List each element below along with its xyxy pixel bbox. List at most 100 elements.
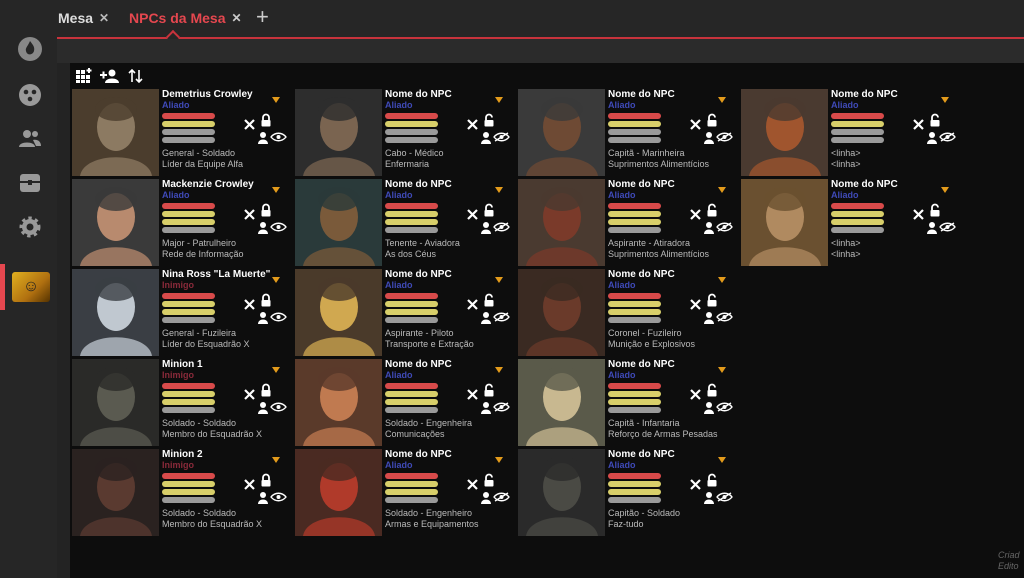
unlock-icon[interactable] bbox=[705, 113, 719, 127]
npc-portrait[interactable] bbox=[518, 359, 605, 446]
hidden-eye-icon[interactable] bbox=[704, 400, 734, 414]
chevron-down-icon[interactable] bbox=[495, 97, 503, 103]
chevron-down-icon[interactable] bbox=[272, 187, 280, 193]
npc-portrait[interactable] bbox=[518, 449, 605, 536]
close-icon[interactable] bbox=[688, 207, 702, 221]
npc-card[interactable]: Nome do NPC Aliado <linha> <linha> bbox=[741, 89, 963, 177]
chevron-down-icon[interactable] bbox=[718, 457, 726, 463]
npc-portrait[interactable] bbox=[295, 179, 382, 266]
npc-portrait[interactable] bbox=[295, 89, 382, 176]
hidden-eye-icon[interactable] bbox=[481, 130, 511, 144]
npc-portrait[interactable] bbox=[741, 89, 828, 176]
npc-card[interactable]: Nome do NPC Aliado Capitã - Infantaria Refo… bbox=[518, 359, 740, 447]
npc-card[interactable]: Nome do NPC Aliado Capitão - Soldado Faz-tu… bbox=[518, 449, 740, 537]
sort-icon[interactable] bbox=[126, 67, 146, 85]
lock-icon[interactable] bbox=[259, 113, 273, 127]
visibility-eye-icon[interactable] bbox=[258, 310, 288, 324]
lock-icon[interactable] bbox=[259, 473, 273, 487]
chevron-down-icon[interactable] bbox=[941, 187, 949, 193]
npc-card[interactable]: Nome do NPC Aliado Capitã - Marinheira Supr… bbox=[518, 89, 740, 177]
npc-card[interactable]: Nome do NPC Aliado Cabo - Médico Enfermaria bbox=[295, 89, 517, 177]
npc-portrait[interactable] bbox=[295, 449, 382, 536]
chevron-down-icon[interactable] bbox=[272, 277, 280, 283]
tab-npcs-da-mesa[interactable]: NPCs da Mesa ✕ bbox=[129, 8, 242, 28]
visibility-eye-icon[interactable] bbox=[258, 400, 288, 414]
npc-card[interactable]: Nome do NPC Aliado Aspirante - Atiradora Su… bbox=[518, 179, 740, 267]
hidden-eye-icon[interactable] bbox=[481, 310, 511, 324]
chevron-down-icon[interactable] bbox=[495, 277, 503, 283]
close-icon[interactable] bbox=[242, 387, 256, 401]
dice-icon[interactable] bbox=[17, 82, 43, 108]
npc-card[interactable]: Nome do NPC Aliado <linha> <linha> bbox=[741, 179, 963, 267]
unlock-icon[interactable] bbox=[482, 203, 496, 217]
unlock-icon[interactable] bbox=[705, 203, 719, 217]
hidden-eye-icon[interactable] bbox=[927, 220, 957, 234]
npc-portrait[interactable] bbox=[72, 179, 159, 266]
npc-portrait[interactable] bbox=[518, 269, 605, 356]
close-icon[interactable] bbox=[242, 477, 256, 491]
hidden-eye-icon[interactable] bbox=[704, 490, 734, 504]
npc-card[interactable]: Nome do NPC Aliado Tenente - Aviadora As do… bbox=[295, 179, 517, 267]
npc-card[interactable]: Nina Ross "La Muerte" Inimigo General - Fu… bbox=[72, 269, 294, 357]
hidden-eye-icon[interactable] bbox=[704, 310, 734, 324]
visibility-eye-icon[interactable] bbox=[258, 130, 288, 144]
unlock-icon[interactable] bbox=[482, 113, 496, 127]
chevron-down-icon[interactable] bbox=[272, 367, 280, 373]
close-icon[interactable] bbox=[465, 477, 479, 491]
tab-mesa[interactable]: Mesa ✕ bbox=[58, 8, 109, 28]
npc-portrait[interactable] bbox=[518, 89, 605, 176]
chevron-down-icon[interactable] bbox=[272, 457, 280, 463]
npc-card[interactable]: Nome do NPC Aliado Coronel - Fuzileiro Muni… bbox=[518, 269, 740, 357]
npc-card[interactable]: Minion 1 Inimigo Soldado - Soldado Membro d… bbox=[72, 359, 294, 447]
gear-icon[interactable] bbox=[17, 214, 43, 240]
treasure-chest-icon[interactable] bbox=[17, 170, 43, 196]
lock-icon[interactable] bbox=[259, 203, 273, 217]
unlock-icon[interactable] bbox=[705, 293, 719, 307]
chevron-down-icon[interactable] bbox=[718, 187, 726, 193]
fire-logo-icon[interactable] bbox=[17, 36, 43, 62]
chevron-down-icon[interactable] bbox=[718, 367, 726, 373]
chevron-down-icon[interactable] bbox=[718, 277, 726, 283]
chevron-down-icon[interactable] bbox=[941, 97, 949, 103]
chevron-down-icon[interactable] bbox=[272, 97, 280, 103]
hidden-eye-icon[interactable] bbox=[927, 130, 957, 144]
close-icon[interactable] bbox=[465, 207, 479, 221]
npc-card[interactable]: Nome do NPC Aliado Soldado - Engenheira Com… bbox=[295, 359, 517, 447]
close-icon[interactable] bbox=[465, 297, 479, 311]
lock-icon[interactable] bbox=[259, 383, 273, 397]
hidden-eye-icon[interactable] bbox=[704, 220, 734, 234]
unlock-icon[interactable] bbox=[482, 473, 496, 487]
close-icon[interactable] bbox=[911, 207, 925, 221]
close-icon[interactable] bbox=[465, 387, 479, 401]
visibility-eye-icon[interactable] bbox=[258, 490, 288, 504]
chevron-down-icon[interactable] bbox=[495, 457, 503, 463]
hidden-eye-icon[interactable] bbox=[481, 220, 511, 234]
close-icon[interactable] bbox=[242, 117, 256, 131]
lock-icon[interactable] bbox=[259, 293, 273, 307]
unlock-icon[interactable] bbox=[482, 293, 496, 307]
unlock-icon[interactable] bbox=[705, 383, 719, 397]
close-icon[interactable]: ✕ bbox=[99, 11, 109, 25]
npc-portrait[interactable] bbox=[72, 449, 159, 536]
npc-portrait[interactable] bbox=[741, 179, 828, 266]
hidden-eye-icon[interactable] bbox=[481, 490, 511, 504]
hidden-eye-icon[interactable] bbox=[704, 130, 734, 144]
unlock-icon[interactable] bbox=[705, 473, 719, 487]
add-tab-button[interactable]: + bbox=[256, 4, 269, 30]
close-icon[interactable] bbox=[911, 117, 925, 131]
close-icon[interactable] bbox=[465, 117, 479, 131]
npc-portrait[interactable] bbox=[518, 179, 605, 266]
users-icon[interactable] bbox=[17, 126, 43, 152]
hidden-eye-icon[interactable] bbox=[481, 400, 511, 414]
close-icon[interactable] bbox=[688, 297, 702, 311]
grid-layout-button[interactable] bbox=[74, 67, 94, 85]
visibility-eye-icon[interactable] bbox=[258, 220, 288, 234]
npc-portrait[interactable] bbox=[295, 359, 382, 446]
npc-card[interactable]: Demetrius Crowley Aliado General - Soldado… bbox=[72, 89, 294, 177]
chevron-down-icon[interactable] bbox=[495, 367, 503, 373]
add-npc-button[interactable] bbox=[100, 67, 120, 85]
close-icon[interactable] bbox=[688, 477, 702, 491]
chevron-down-icon[interactable] bbox=[495, 187, 503, 193]
npc-card[interactable]: Mackenzie Crowley Aliado Major - Patrulhei… bbox=[72, 179, 294, 267]
unlock-icon[interactable] bbox=[928, 203, 942, 217]
